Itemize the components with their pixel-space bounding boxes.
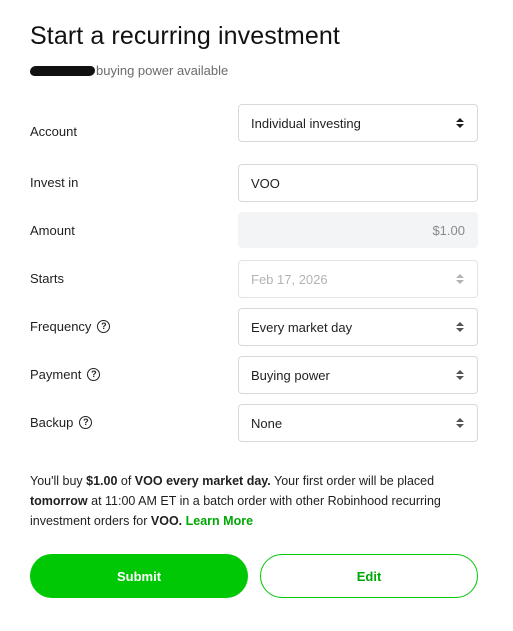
summary-ticker: VOO bbox=[134, 474, 163, 488]
invest-in-input[interactable]: VOO bbox=[238, 164, 478, 202]
summary-text: of bbox=[117, 474, 135, 488]
starts-date-value: Feb 17, 2026 bbox=[251, 271, 328, 287]
edit-button[interactable]: Edit bbox=[260, 554, 478, 598]
up-down-arrows-icon bbox=[455, 118, 465, 128]
backup-label: Backup ? bbox=[30, 415, 93, 430]
up-down-arrows-icon bbox=[455, 274, 465, 284]
payment-label-text: Payment bbox=[30, 367, 82, 382]
amount-label-text: Amount bbox=[30, 223, 75, 238]
frequency-select[interactable]: Every market day bbox=[238, 308, 478, 346]
page-title: Start a recurring investment bbox=[30, 22, 340, 50]
backup-select[interactable]: None bbox=[238, 404, 478, 442]
redacted-amount bbox=[29, 65, 96, 76]
account-select-value: Individual investing bbox=[251, 115, 361, 131]
backup-label-text: Backup bbox=[30, 415, 74, 430]
account-label-text: Account bbox=[30, 124, 77, 139]
order-summary: You'll buy $1.00 of VOO every market day… bbox=[30, 471, 470, 531]
amount-label: Amount bbox=[30, 223, 75, 238]
up-down-arrows-icon bbox=[455, 418, 465, 428]
amount-input[interactable]: $1.00 bbox=[238, 212, 478, 248]
summary-amount: $1.00 bbox=[86, 474, 118, 488]
summary-first-order-day: tomorrow bbox=[30, 494, 88, 508]
summary-text: Your first order will be placed bbox=[270, 474, 435, 488]
summary-ticker: VOO. bbox=[150, 514, 183, 528]
summary-frequency: every market day. bbox=[166, 474, 271, 488]
question-circle-icon[interactable]: ? bbox=[97, 320, 111, 333]
buying-power-text: buying power available bbox=[96, 63, 229, 78]
payment-select[interactable]: Buying power bbox=[238, 356, 478, 394]
invest-in-label: Invest in bbox=[30, 175, 78, 190]
payment-label: Payment ? bbox=[30, 367, 101, 382]
starts-label-text: Starts bbox=[30, 271, 64, 286]
account-label: Account bbox=[30, 124, 77, 139]
account-select[interactable]: Individual investing bbox=[238, 104, 478, 142]
submit-button[interactable]: Submit bbox=[30, 554, 248, 598]
summary-text: You'll buy bbox=[30, 474, 87, 488]
question-circle-icon[interactable]: ? bbox=[79, 416, 93, 429]
starts-date-select[interactable]: Feb 17, 2026 bbox=[238, 260, 478, 298]
starts-label: Starts bbox=[30, 271, 64, 286]
learn-more-link[interactable]: Learn More bbox=[186, 514, 253, 528]
buying-power-line: buying power available bbox=[29, 63, 229, 78]
amount-placeholder: $1.00 bbox=[432, 222, 465, 238]
up-down-arrows-icon bbox=[455, 322, 465, 332]
frequency-label-text: Frequency bbox=[30, 319, 92, 334]
invest-in-value: VOO bbox=[251, 175, 280, 191]
backup-value: None bbox=[251, 415, 283, 431]
frequency-label: Frequency ? bbox=[30, 319, 111, 334]
question-circle-icon[interactable]: ? bbox=[87, 368, 101, 381]
up-down-arrows-icon bbox=[455, 370, 465, 380]
invest-in-label-text: Invest in bbox=[30, 175, 79, 190]
payment-value: Buying power bbox=[251, 367, 330, 383]
frequency-value: Every market day bbox=[251, 319, 353, 335]
